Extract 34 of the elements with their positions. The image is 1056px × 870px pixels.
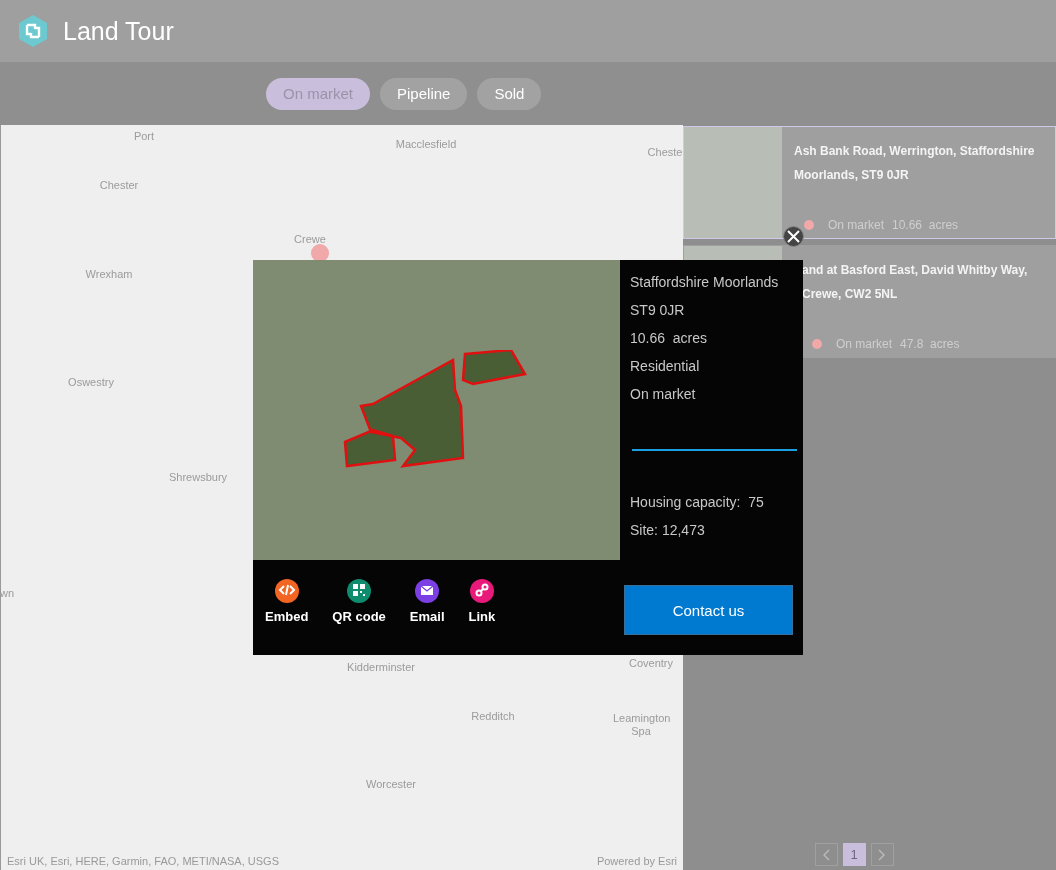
detail-text: ST9 0JR [630,301,686,320]
detail-text: Site: 12,473 [630,521,706,540]
chevron-next-icon [878,848,886,861]
map-place-label: Cheste [647,145,683,159]
listing-title: and at Basford East, David Whitby Way, Crewe, CW2 5NL [802,262,1029,303]
map-attribution: Esri UK, Esri, HERE, Garmin, FAO, METI/NASA, USGS [7,855,279,867]
contact-button[interactable]: Contact us [624,585,793,635]
map-place-label: Coventry [629,656,673,670]
share-option[interactable]: Link [468,579,496,624]
share-option[interactable]: Email [409,579,445,624]
powered-by-text: Powered by Esri [596,855,677,867]
chevron-previous-icon [822,848,830,861]
page-button[interactable]: 1 [842,843,866,866]
hexagon-logo-icon [17,14,49,48]
map-place-label: Worcester [366,777,416,791]
map-place-label: Oswestry [68,375,114,389]
map-place-label: Wrexham [85,267,133,281]
share-option[interactable]: QR code [332,579,386,624]
map-place-label: Crewe [294,232,326,246]
listing-title: Ash Bank Road, Werrington, Staffordshire Moorlands, ST9 0JR [794,143,1036,184]
app-title: Land Tour [63,16,174,46]
map-place-label: Macclesfield [395,137,457,151]
filter-tab[interactable]: Sold [477,77,542,110]
detail-text: Housing capacity: 75 [630,493,765,512]
filter-tab[interactable]: Pipeline [380,77,468,110]
map-place-label: Port [133,129,155,143]
detail-text: Residential [630,357,701,376]
map-place-label: Leamington Spa [613,712,669,738]
map-place-label: Redditch [471,709,515,723]
map-place-label: Shrewsbury [168,470,228,484]
share-option[interactable]: Embed [265,579,309,624]
map-place-label: Kidderminster [347,660,415,674]
detail-text: On market [630,385,697,404]
map-place-label: Chester [99,178,139,192]
